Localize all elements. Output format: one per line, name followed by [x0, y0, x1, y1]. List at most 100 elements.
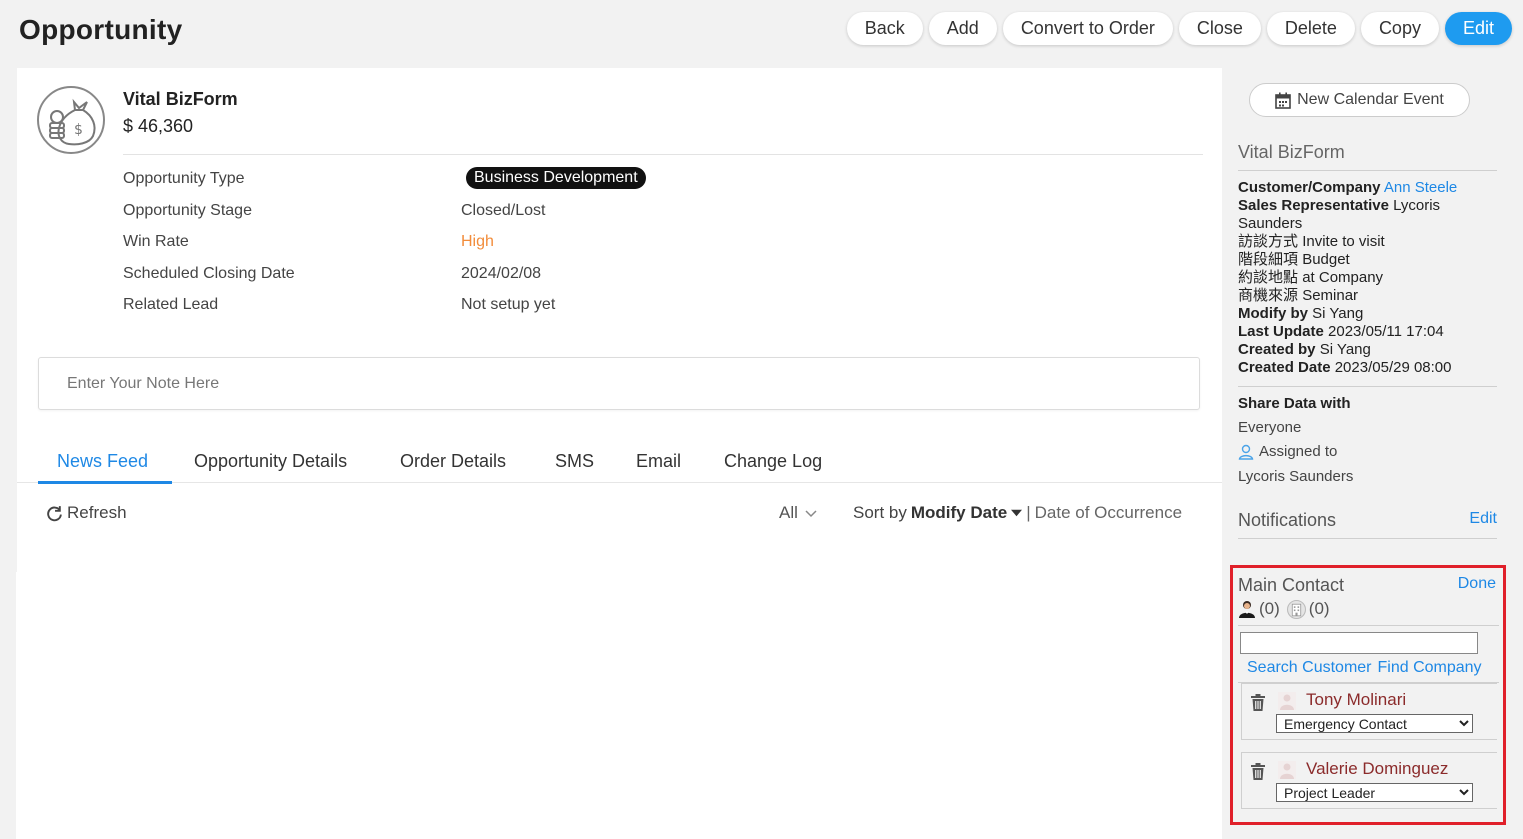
- tab-news-feed[interactable]: News Feed: [57, 451, 148, 472]
- feed-toolbar: Refresh All Sort by Modify Date | Date o…: [17, 498, 1222, 528]
- main-contact-done-link[interactable]: Done: [1458, 575, 1496, 593]
- info-value: at Company: [1302, 269, 1384, 286]
- search-customer-link[interactable]: Search Customer: [1247, 659, 1372, 677]
- field-opportunity-type: Opportunity Type Business Development: [123, 167, 823, 193]
- field-value: High: [461, 233, 494, 250]
- info-value: Budget: [1302, 251, 1350, 268]
- sort-modify-date[interactable]: Modify Date: [911, 503, 1007, 523]
- notifications-edit-link[interactable]: Edit: [1469, 510, 1497, 528]
- sort-date-of-occurrence[interactable]: Date of Occurrence: [1035, 503, 1182, 523]
- info-created-by: Created by Si Yang: [1238, 341, 1500, 359]
- sidebar-title: Vital BizForm: [1238, 142, 1345, 162]
- contact-role-select[interactable]: Emergency Contact: [1276, 714, 1473, 733]
- info-modify-by: Modify by Si Yang: [1238, 305, 1500, 323]
- info-value: Si Yang: [1319, 341, 1371, 358]
- tab-email[interactable]: Email: [636, 451, 681, 472]
- trash-icon[interactable]: [1250, 694, 1266, 712]
- convert-to-order-button[interactable]: Convert to Order: [1002, 12, 1173, 45]
- share-data-value: Everyone: [1238, 419, 1302, 436]
- contact-card: Tony Molinari Emergency Contact: [1241, 683, 1497, 740]
- trash-icon[interactable]: [1250, 763, 1266, 781]
- field-label: Opportunity Stage: [123, 202, 252, 219]
- info-label: Created Date: [1238, 359, 1331, 376]
- svg-text:$: $: [74, 122, 83, 138]
- field-label: Opportunity Type: [123, 170, 245, 187]
- customer-link[interactable]: Ann Steele: [1384, 179, 1457, 196]
- info-label: Sales Representative: [1238, 197, 1389, 214]
- divider: [1238, 170, 1497, 171]
- company-count: (0): [1308, 599, 1330, 618]
- active-tab-indicator: [38, 481, 172, 484]
- notifications-title: Notifications: [1238, 510, 1337, 530]
- feed-filter-dropdown[interactable]: All: [779, 503, 818, 523]
- copy-button[interactable]: Copy: [1360, 12, 1439, 45]
- new-calendar-event-button[interactable]: New Calendar Event: [1249, 83, 1470, 117]
- delete-button[interactable]: Delete: [1266, 12, 1355, 45]
- note-input[interactable]: [39, 358, 1199, 409]
- main-panel: $ Vital BizForm $ 46,360 Opportunity Typ…: [16, 68, 1222, 839]
- info-value: 2023/05/11 17:04: [1328, 323, 1444, 340]
- info-value: Seminar: [1302, 287, 1359, 304]
- sort-prefix: Sort by: [853, 503, 907, 522]
- tab-sms[interactable]: SMS: [555, 451, 594, 472]
- field-label: Related Lead: [123, 296, 219, 313]
- assigned-name: Lycoris Saunders: [1238, 468, 1354, 485]
- info-interview-method: 訪談方式 Invite to visit: [1238, 233, 1500, 251]
- refresh-label: Refresh: [67, 503, 127, 522]
- note-box: [38, 357, 1200, 410]
- tab-order-details[interactable]: Order Details: [400, 451, 506, 472]
- field-value: 2024/02/08: [461, 265, 542, 282]
- tab-opportunity-details[interactable]: Opportunity Details: [194, 451, 347, 472]
- field-value: Closed/Lost: [461, 202, 546, 219]
- contact-search-links: Search Customer Find Company: [1247, 659, 1482, 677]
- sort-separator: |: [1026, 503, 1031, 522]
- tab-bar: News Feed Opportunity Details Order Deta…: [17, 441, 1222, 484]
- assigned-label: Assigned to: [1259, 443, 1338, 460]
- field-label: Win Rate: [123, 233, 189, 250]
- field-win-rate: Win Rate High: [123, 230, 823, 256]
- opportunity-name: Vital BizForm: [123, 89, 238, 109]
- field-related-lead: Related Lead Not setup yet: [123, 293, 823, 319]
- calendar-icon: [1275, 92, 1291, 109]
- info-label: 約談地點: [1238, 269, 1299, 286]
- share-data-title: Share Data with: [1238, 395, 1351, 412]
- back-button[interactable]: Back: [846, 12, 923, 45]
- refresh-button[interactable]: Refresh: [46, 503, 127, 523]
- close-button[interactable]: Close: [1178, 12, 1261, 45]
- opportunity-summary: Customer/Company Ann Steele Sales Repres…: [1238, 179, 1500, 377]
- caret-down-icon: [1011, 509, 1023, 517]
- info-value: 2023/05/29 08:00: [1334, 359, 1452, 376]
- info-label: 階段細項: [1238, 251, 1299, 268]
- info-created-date: Created Date 2023/05/29 08:00: [1238, 359, 1500, 377]
- contact-name[interactable]: Tony Molinari: [1306, 690, 1406, 710]
- news-feed-content: [16, 572, 1222, 839]
- user-icon: [1238, 444, 1254, 460]
- divider: [1238, 625, 1499, 626]
- contact-role-select[interactable]: Project Leader: [1276, 783, 1473, 802]
- money-bag-icon: $: [37, 86, 105, 154]
- divider: [123, 154, 1203, 155]
- add-button[interactable]: Add: [928, 12, 997, 45]
- info-value: Invite to visit: [1302, 233, 1385, 250]
- contact-avatar-icon: [1278, 692, 1296, 710]
- person-icon: [1239, 601, 1255, 618]
- main-contact-panel: Main Contact Done (0) (0) Search Custome…: [1230, 565, 1506, 825]
- contact-card: Valerie Dominguez Project Leader: [1241, 752, 1497, 809]
- opportunity-type-badge: Business Development: [466, 167, 646, 189]
- filter-label: All: [779, 503, 798, 522]
- edit-button[interactable]: Edit: [1444, 12, 1512, 45]
- info-sales-representative: Sales Representative Lycoris Saunders: [1238, 197, 1500, 233]
- divider: [1238, 538, 1497, 539]
- info-last-update: Last Update 2023/05/11 17:04: [1238, 323, 1500, 341]
- field-value: Not setup yet: [461, 296, 556, 313]
- info-customer-company: Customer/Company Ann Steele: [1238, 179, 1500, 197]
- field-label: Scheduled Closing Date: [123, 265, 295, 282]
- sort-control: Sort by Modify Date | Date of Occurrence: [853, 503, 1182, 523]
- info-opportunity-source: 商機來源 Seminar: [1238, 287, 1500, 305]
- find-company-link[interactable]: Find Company: [1378, 659, 1482, 677]
- info-label: Modify by: [1238, 305, 1308, 322]
- contact-name[interactable]: Valerie Dominguez: [1306, 759, 1448, 779]
- tab-change-log[interactable]: Change Log: [724, 451, 822, 472]
- contact-search-input[interactable]: [1240, 632, 1478, 654]
- info-label: Customer/Company: [1238, 179, 1381, 196]
